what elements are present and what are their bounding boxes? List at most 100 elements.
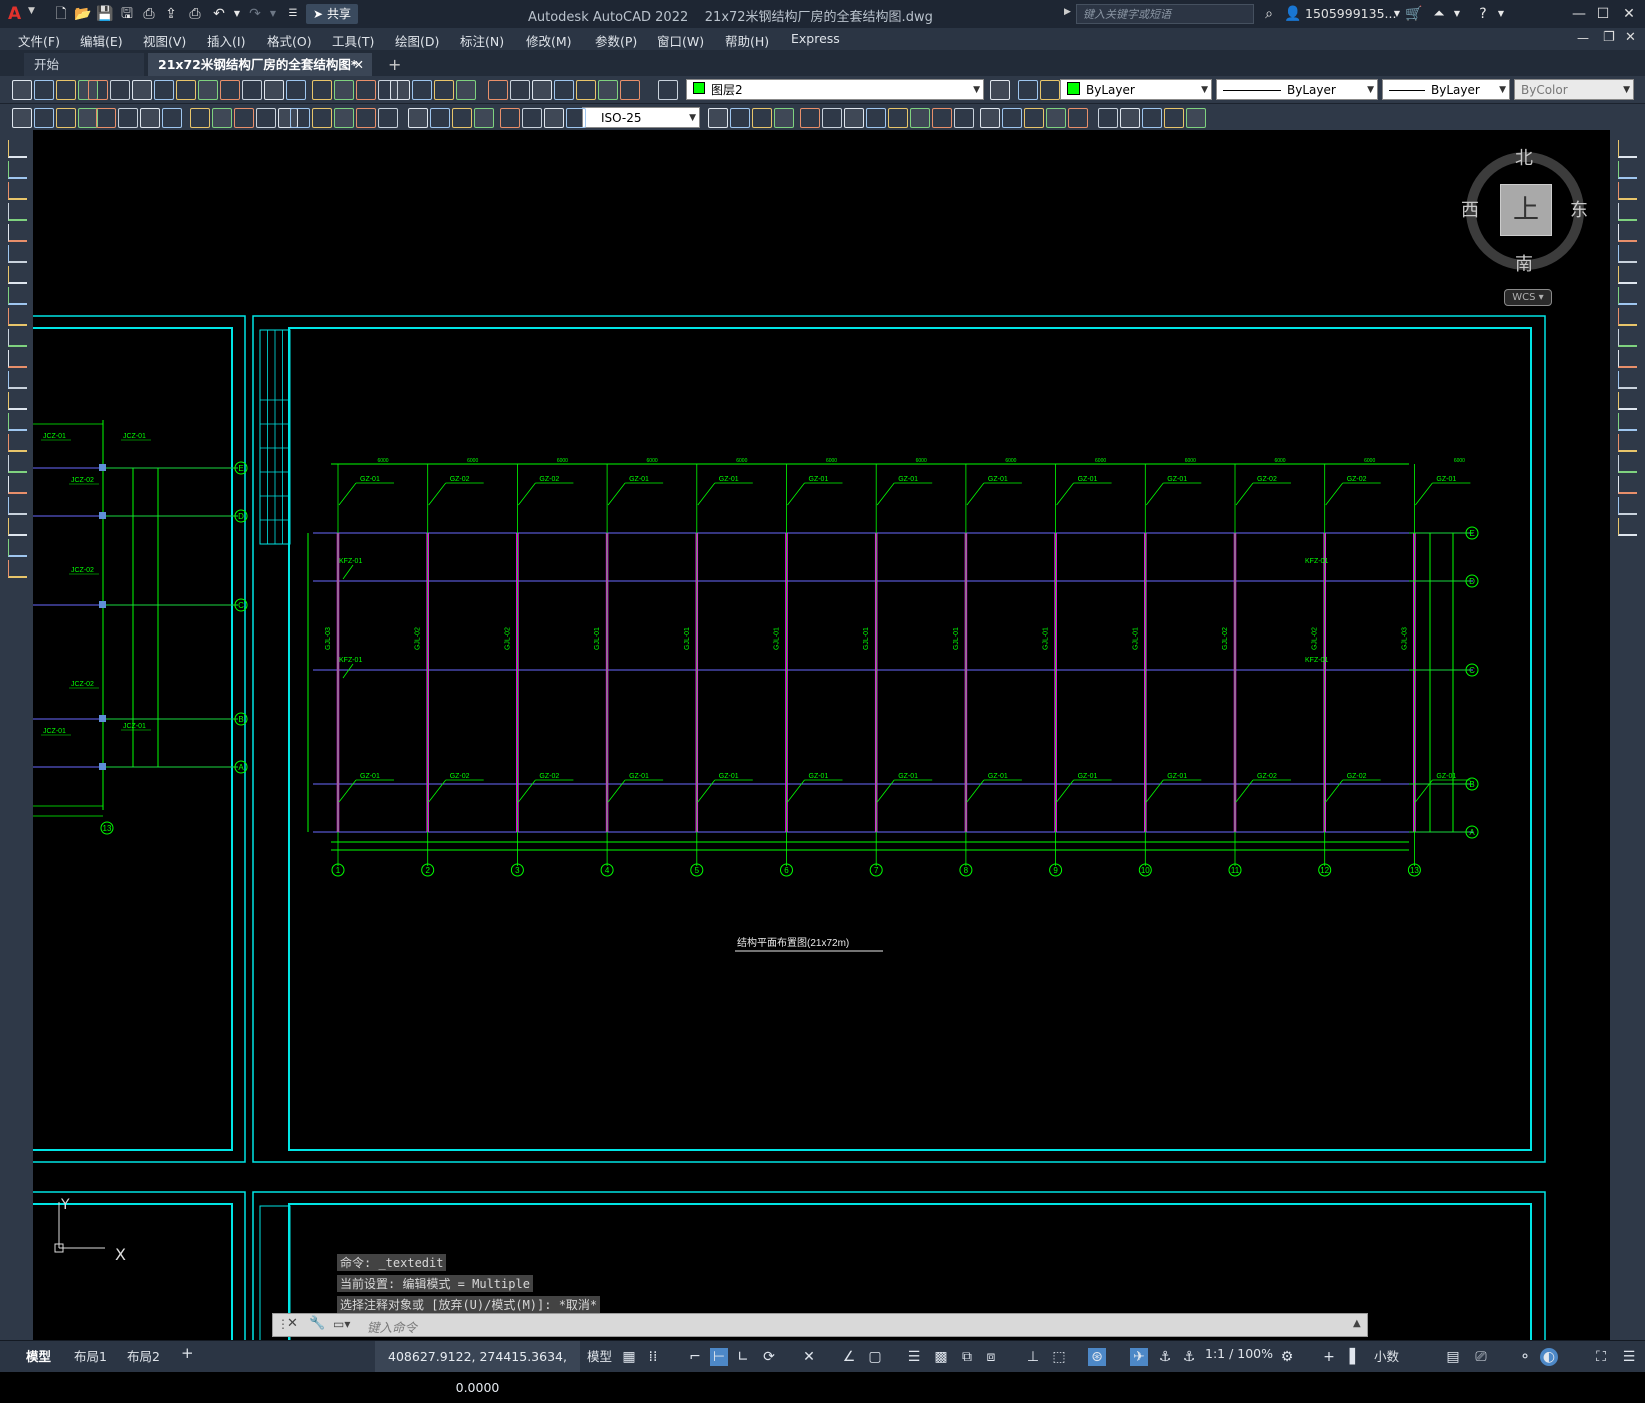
viewcube-north[interactable]: 北 [1515,144,1533,170]
maximize-icon[interactable]: ☐ [1592,4,1614,24]
menu-insert[interactable]: 插入(I) [207,31,245,50]
tab-close-icon[interactable]: ✕ [354,53,364,76]
search-input[interactable]: 键入关键字或短语 [1076,4,1254,24]
drawing-canvas[interactable]: GZ-01 GZ-01 GJL-03 1 6000 GZ-02 GZ-02 GJL-02 2 60… [33,130,1610,1340]
plot-icon[interactable]: ⎙ [186,5,204,23]
modify-tool-icon[interactable] [1618,161,1637,179]
draw-tool-icon[interactable] [8,224,27,242]
draw-tool-icon[interactable] [8,371,27,389]
save-icon[interactable]: 💾 [96,5,114,23]
viewcube-south[interactable]: 南 [1515,250,1533,276]
undo-dropdown-icon[interactable]: ▼ [228,5,246,23]
dim-tool-icon[interactable] [566,108,586,128]
tab-start[interactable]: 开始 [24,53,144,76]
transparency-icon[interactable]: ▩ [932,1348,950,1366]
menu-draw[interactable]: 绘图(D) [395,31,439,50]
modify-tool-icon[interactable] [1618,266,1637,284]
modify-tool-icon[interactable] [800,108,820,128]
selection-cycling-icon[interactable]: ⧉ [958,1348,976,1366]
modify-tool-icon[interactable] [1618,350,1637,368]
polar-icon[interactable]: ⟳ [760,1348,778,1366]
dim-tool-icon[interactable] [162,108,182,128]
dim-tool-icon[interactable] [334,108,354,128]
modify-tool-icon[interactable] [1618,434,1637,452]
app-menu-dropdown-icon[interactable]: ▼ [28,6,35,16]
draw-tool-icon[interactable] [8,413,27,431]
dynamic-input-icon[interactable]: ⊢ [710,1348,728,1366]
dim-tool-icon[interactable] [544,108,564,128]
draw-tool-icon[interactable] [8,161,27,179]
menu-window[interactable]: 窗口(W) [657,31,704,50]
linetype-combo[interactable]: ByLayer ▼ [1216,79,1378,100]
draw-tool-icon[interactable] [8,497,27,515]
draw-tool-icon[interactable] [8,560,27,578]
modify-tool-icon[interactable] [844,108,864,128]
modify-tool-icon[interactable] [932,108,952,128]
menu-view[interactable]: 视图(V) [143,31,186,50]
modify-tool-icon[interactable] [1120,108,1140,128]
customization-icon[interactable]: ☰ [1620,1348,1638,1366]
draw-tool-icon[interactable] [8,350,27,368]
modify-tool-icon[interactable] [1618,287,1637,305]
standard-tool-icon[interactable] [154,80,174,100]
infer-constraints-icon[interactable]: ⌐ [686,1348,704,1366]
help-dropdown-icon[interactable]: ▼ [1492,5,1510,23]
modify-tool-icon[interactable] [1618,455,1637,473]
redo-dropdown-icon[interactable]: ▼ [264,5,282,23]
modify-tool-icon[interactable] [866,108,886,128]
modify-tool-icon[interactable] [1618,140,1637,158]
standard-tool-icon[interactable] [264,80,284,100]
modify-tool-icon[interactable] [980,108,1000,128]
modify-tool-icon[interactable] [1024,108,1044,128]
menu-dimension[interactable]: 标注(N) [460,31,504,50]
doc-restore-icon[interactable]: ❐ [1603,30,1615,45]
new-file-icon[interactable]: 🗋 [52,5,70,23]
draw-tool-icon[interactable] [8,392,27,410]
standard-tool-icon[interactable] [198,80,218,100]
save-web-icon[interactable]: ⇪ [162,5,180,23]
layer-tool-icon[interactable] [990,80,1010,100]
undo-icon[interactable]: ↶ [210,5,228,23]
draw-tool-icon[interactable] [8,434,27,452]
modify-tool-icon[interactable] [730,108,750,128]
units-selector[interactable]: 小数 [1374,1346,1399,1365]
search-expand-icon[interactable]: ▶ [1064,7,1071,17]
open-web-icon[interactable]: ⎙ [140,5,158,23]
annotation-visibility-icon[interactable]: ✈ [1130,1348,1148,1366]
standard-tool-icon[interactable] [390,80,410,100]
modify-tool-icon[interactable] [1618,245,1637,263]
standard-tool-icon[interactable] [88,80,108,100]
dim-tool-icon[interactable] [312,108,332,128]
dim-tool-icon[interactable] [452,108,472,128]
standard-tool-icon[interactable] [356,80,376,100]
standard-tool-icon[interactable] [598,80,618,100]
object-snap-tracking-icon[interactable]: ∠ [840,1348,858,1366]
dim-tool-icon[interactable] [408,108,428,128]
layer-tool-icon[interactable] [1040,80,1060,100]
draw-tool-icon[interactable] [8,308,27,326]
standard-tool-icon[interactable] [456,80,476,100]
modify-tool-icon[interactable] [774,108,794,128]
dim-tool-icon[interactable] [78,108,98,128]
ortho-icon[interactable]: ∟ [734,1348,752,1366]
grid-icon[interactable]: ▦ [620,1348,638,1366]
snap-icon[interactable]: ⁞⁞ [644,1348,662,1366]
layout-tab-2[interactable]: 布局2 [127,1346,160,1365]
dim-tool-icon[interactable] [118,108,138,128]
modify-tool-icon[interactable] [1618,476,1637,494]
close-window-icon[interactable]: ✕ [1618,4,1640,24]
dim-tool-icon[interactable] [430,108,450,128]
share-button[interactable]: ➤ 共享 [306,4,358,24]
minimize-icon[interactable]: — [1568,4,1590,24]
standard-tool-icon[interactable] [242,80,262,100]
standard-tool-icon[interactable] [620,80,640,100]
modify-tool-icon[interactable] [708,108,728,128]
object-snap-icon[interactable]: ▢ [866,1348,884,1366]
coordinates-readout[interactable]: 408627.9122, 274415.3634, 0.0000 [375,1341,580,1395]
standard-tool-icon[interactable] [34,80,54,100]
user-dropdown-icon[interactable]: ▼ [1388,5,1406,23]
standard-tool-icon[interactable] [110,80,130,100]
clean-screen-icon[interactable]: ⛶ [1592,1348,1610,1366]
menu-modify[interactable]: 修改(M) [526,31,572,50]
layout-tab-1[interactable]: 布局1 [74,1346,107,1365]
